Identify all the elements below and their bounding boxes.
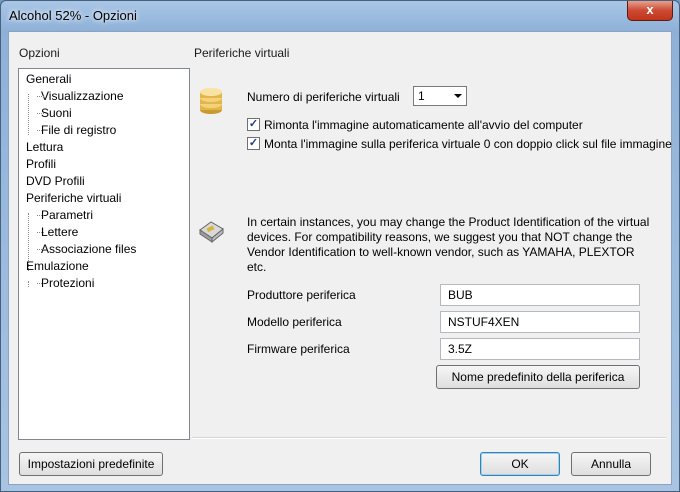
device-chip-icon <box>199 221 224 244</box>
mount-doubleclick-checkbox[interactable]: ✓ <box>247 137 260 150</box>
info-text: In certain instances, you may change the… <box>247 215 650 274</box>
tree-item-emulazione[interactable]: Emulazione <box>26 258 89 275</box>
dialog-client: Opzioni Periferiche virtuali Generali Vi… <box>8 31 672 485</box>
device-count-value: 1 <box>418 89 425 103</box>
tree-item-parametri[interactable]: Parametri <box>27 207 93 224</box>
tree-item-generali[interactable]: Generali <box>26 71 71 88</box>
tree-item-profili[interactable]: Profili <box>26 156 56 173</box>
remount-label[interactable]: Rimonta l'immagine automaticamente all'a… <box>264 118 583 132</box>
tree-item-suoni[interactable]: Suoni <box>27 105 72 122</box>
model-field[interactable]: NSTUF4XEN <box>440 311 640 333</box>
firmware-label: Firmware periferica <box>247 342 350 356</box>
default-device-name-button[interactable]: Nome predefinito della periferica <box>436 365 640 389</box>
drive-stack-icon <box>200 88 222 114</box>
options-window: Alcohol 52% - Opzioni x Opzioni Periferi… <box>0 0 680 492</box>
tree-item-associazione-files[interactable]: Associazione files <box>27 241 136 258</box>
tree-item-lettere[interactable]: Lettere <box>27 224 78 241</box>
vendor-label: Produttore periferica <box>247 288 356 302</box>
tree-item-file-registro[interactable]: File di registro <box>27 122 116 139</box>
close-icon: x <box>646 2 654 17</box>
firmware-field[interactable]: 3.5Z <box>440 338 640 360</box>
cancel-button[interactable]: Annulla <box>571 452 651 476</box>
divider <box>192 437 666 439</box>
tree-item-dvd-profili[interactable]: DVD Profili <box>26 173 85 190</box>
options-tree[interactable]: Generali Visualizzazione Suoni File di r… <box>18 68 190 440</box>
tree-item-visualizzazione[interactable]: Visualizzazione <box>27 88 124 105</box>
ok-button[interactable]: OK <box>480 452 560 476</box>
device-count-select[interactable]: 1 <box>413 86 467 106</box>
window-title: Alcohol 52% - Opzioni <box>9 8 137 23</box>
model-label: Modello periferica <box>247 315 342 329</box>
mount-doubleclick-label[interactable]: Monta l'immagine sulla periferica virtua… <box>264 137 672 151</box>
chevron-down-icon <box>454 94 462 98</box>
close-button[interactable]: x <box>627 1 673 21</box>
panel-heading: Periferiche virtuali <box>194 46 290 60</box>
default-settings-button[interactable]: Impostazioni predefinite <box>19 452 163 476</box>
title-bar[interactable]: Alcohol 52% - Opzioni x <box>1 1 679 31</box>
tree-item-periferiche-virtuali[interactable]: Periferiche virtuali <box>26 190 121 207</box>
tree-item-lettura[interactable]: Lettura <box>26 139 63 156</box>
tree-heading: Opzioni <box>19 46 60 60</box>
tree-item-protezioni[interactable]: Protezioni <box>27 275 94 292</box>
device-count-label: Numero di periferiche virtuali <box>247 90 400 104</box>
remount-checkbox[interactable]: ✓ <box>247 118 260 131</box>
vendor-field[interactable]: BUB <box>440 284 640 306</box>
